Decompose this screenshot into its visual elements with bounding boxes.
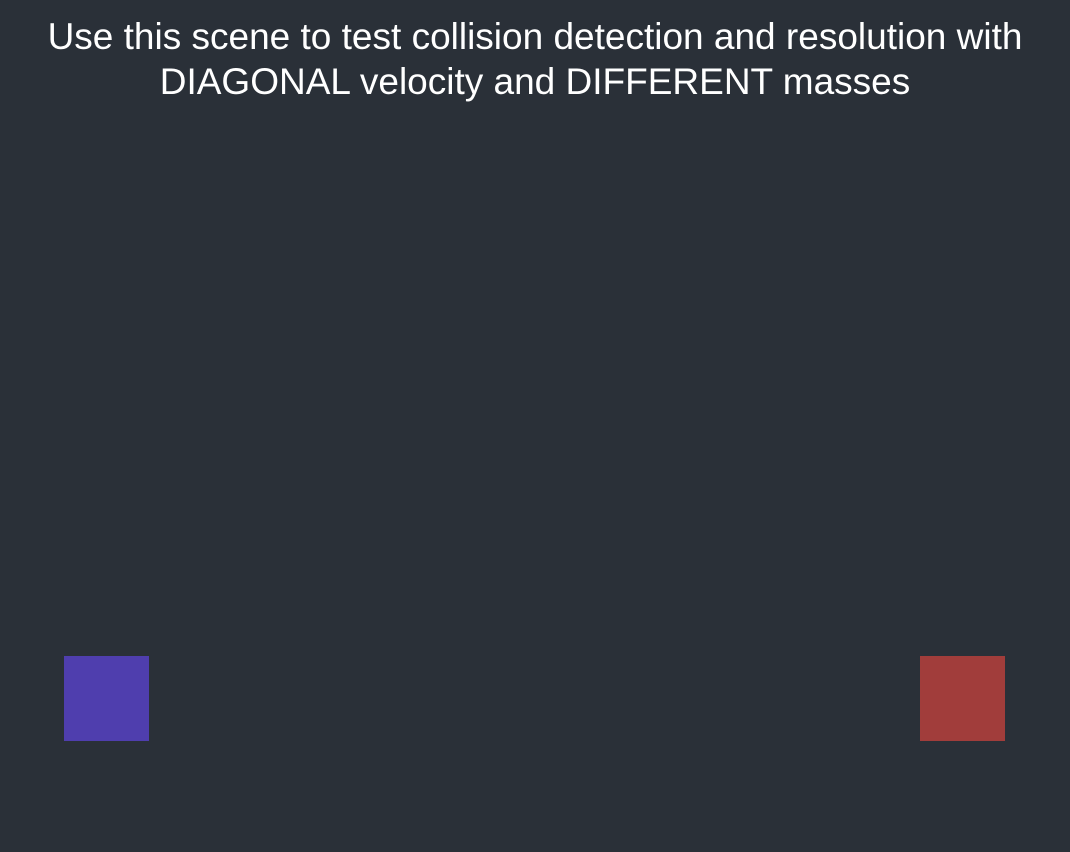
scene-instructions: Use this scene to test collision detecti… (0, 14, 1070, 104)
physics-scene-canvas[interactable]: Use this scene to test collision detecti… (0, 0, 1070, 852)
blue-square-body (64, 656, 149, 741)
instructions-line-2: DIAGONAL velocity and DIFFERENT masses (159, 61, 911, 102)
red-square-body (920, 656, 1005, 741)
instructions-line-1: Use this scene to test collision detecti… (47, 16, 1023, 57)
